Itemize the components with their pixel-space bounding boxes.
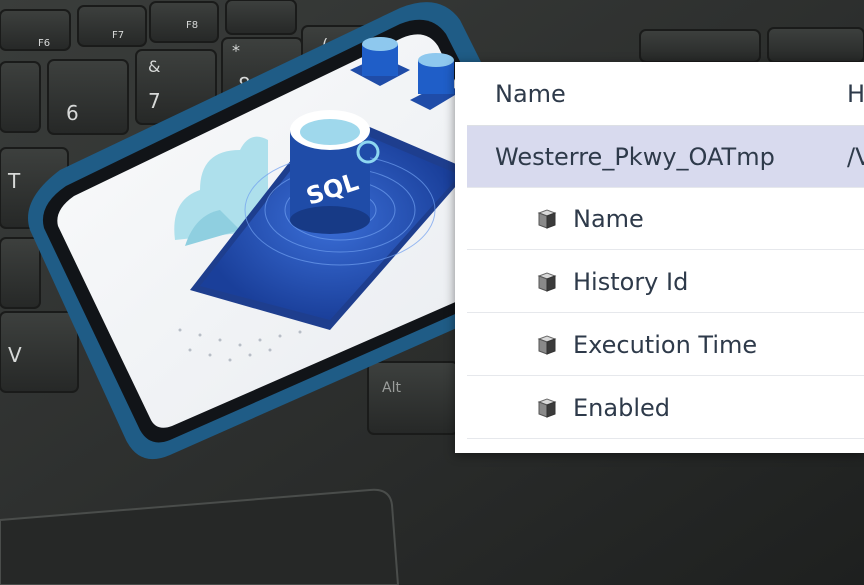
svg-text:*: *	[232, 41, 240, 60]
cube-icon	[537, 208, 557, 229]
table-row[interactable]: Execution Time	[467, 314, 864, 376]
svg-text:F6: F6	[38, 38, 50, 49]
svg-text:F7: F7	[112, 30, 124, 41]
table-header: Name H	[467, 62, 864, 126]
svg-text:F8: F8	[186, 20, 198, 31]
column-header-history[interactable]: H	[847, 80, 864, 108]
row-label: Enabled	[573, 393, 670, 422]
row-path: /V	[847, 142, 864, 171]
tag-table-panel: Name H Westerre_Pkwy_OATmp /V Name Histo…	[455, 62, 864, 453]
table-row-selected[interactable]: Westerre_Pkwy_OATmp /V	[467, 126, 864, 188]
table-row[interactable]: Name	[467, 188, 864, 250]
row-label: Execution Time	[573, 330, 758, 359]
row-name: Westerre_Pkwy_OATmp	[495, 142, 775, 171]
cube-icon	[537, 397, 557, 418]
cube-icon	[537, 334, 557, 355]
row-label: History Id	[573, 267, 689, 296]
svg-text:T: T	[7, 169, 21, 193]
row-label: Name	[573, 204, 644, 233]
svg-text:6: 6	[66, 101, 79, 125]
cube-icon	[537, 271, 557, 292]
svg-text:Alt: Alt	[382, 380, 401, 396]
svg-text:V: V	[8, 343, 22, 367]
table-row[interactable]: History Id	[467, 251, 864, 313]
svg-text:&: &	[148, 57, 160, 76]
column-header-name[interactable]: Name	[495, 80, 566, 108]
table-row[interactable]: Enabled	[467, 377, 864, 439]
svg-text:7: 7	[148, 89, 161, 113]
